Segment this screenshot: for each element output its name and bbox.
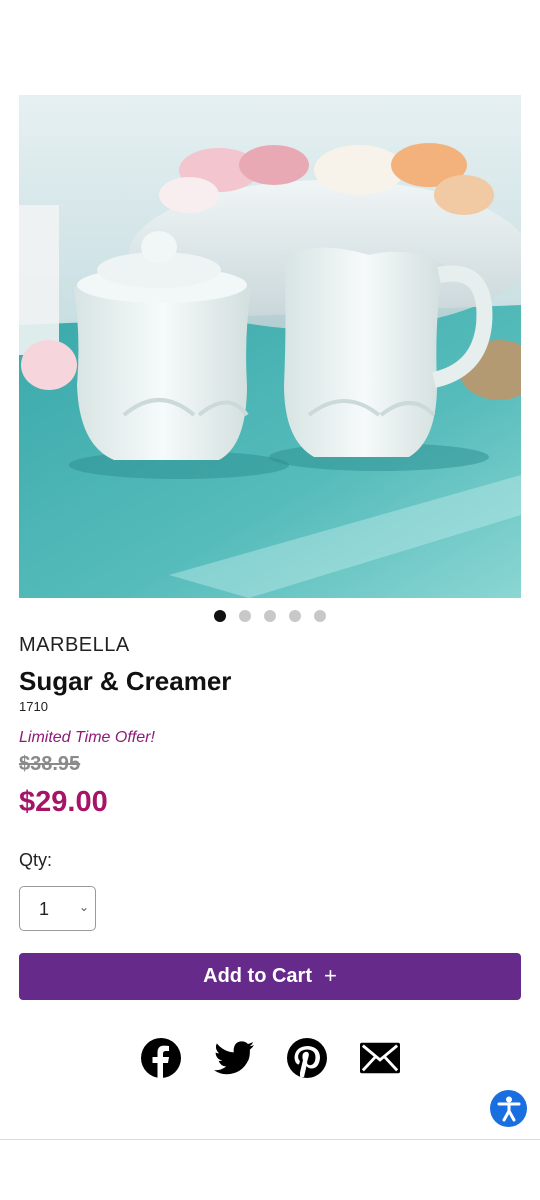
product-image[interactable] (19, 95, 521, 598)
chevron-down-icon: ⌄ (78, 900, 89, 914)
footer-divider (0, 1139, 540, 1140)
share-icons (0, 1038, 540, 1078)
carousel-dot-5[interactable] (314, 610, 326, 622)
facebook-icon[interactable] (140, 1038, 181, 1078)
email-icon[interactable] (359, 1038, 400, 1078)
product-sku: 1710 (19, 699, 48, 714)
qty-select[interactable]: 1 ⌄ (19, 886, 96, 931)
qty-value: 1 (39, 899, 50, 919)
carousel-dot-2[interactable] (239, 610, 251, 622)
product-title: Sugar & Creamer (19, 666, 232, 696)
carousel-dot-4[interactable] (289, 610, 301, 622)
original-price: $38.95 (19, 753, 81, 775)
accessibility-button[interactable] (490, 1090, 527, 1127)
twitter-icon[interactable] (213, 1038, 254, 1078)
pinterest-icon[interactable] (286, 1038, 327, 1078)
carousel-dot-1[interactable] (214, 610, 226, 622)
carousel-dot-3[interactable] (264, 610, 276, 622)
limited-offer-text: Limited Time Offer! (19, 729, 155, 746)
qty-label: Qty: (19, 850, 53, 870)
add-to-cart-button[interactable]: Add to Cart + (19, 953, 521, 1000)
plus-icon: + (324, 962, 337, 988)
product-photo-illustration (19, 95, 521, 598)
sale-price: $29.00 (19, 786, 108, 818)
add-to-cart-label: Add to Cart (203, 965, 313, 987)
product-brand: MARBELLA (19, 634, 130, 656)
carousel-dots (0, 610, 540, 622)
accessibility-icon (497, 1096, 520, 1121)
